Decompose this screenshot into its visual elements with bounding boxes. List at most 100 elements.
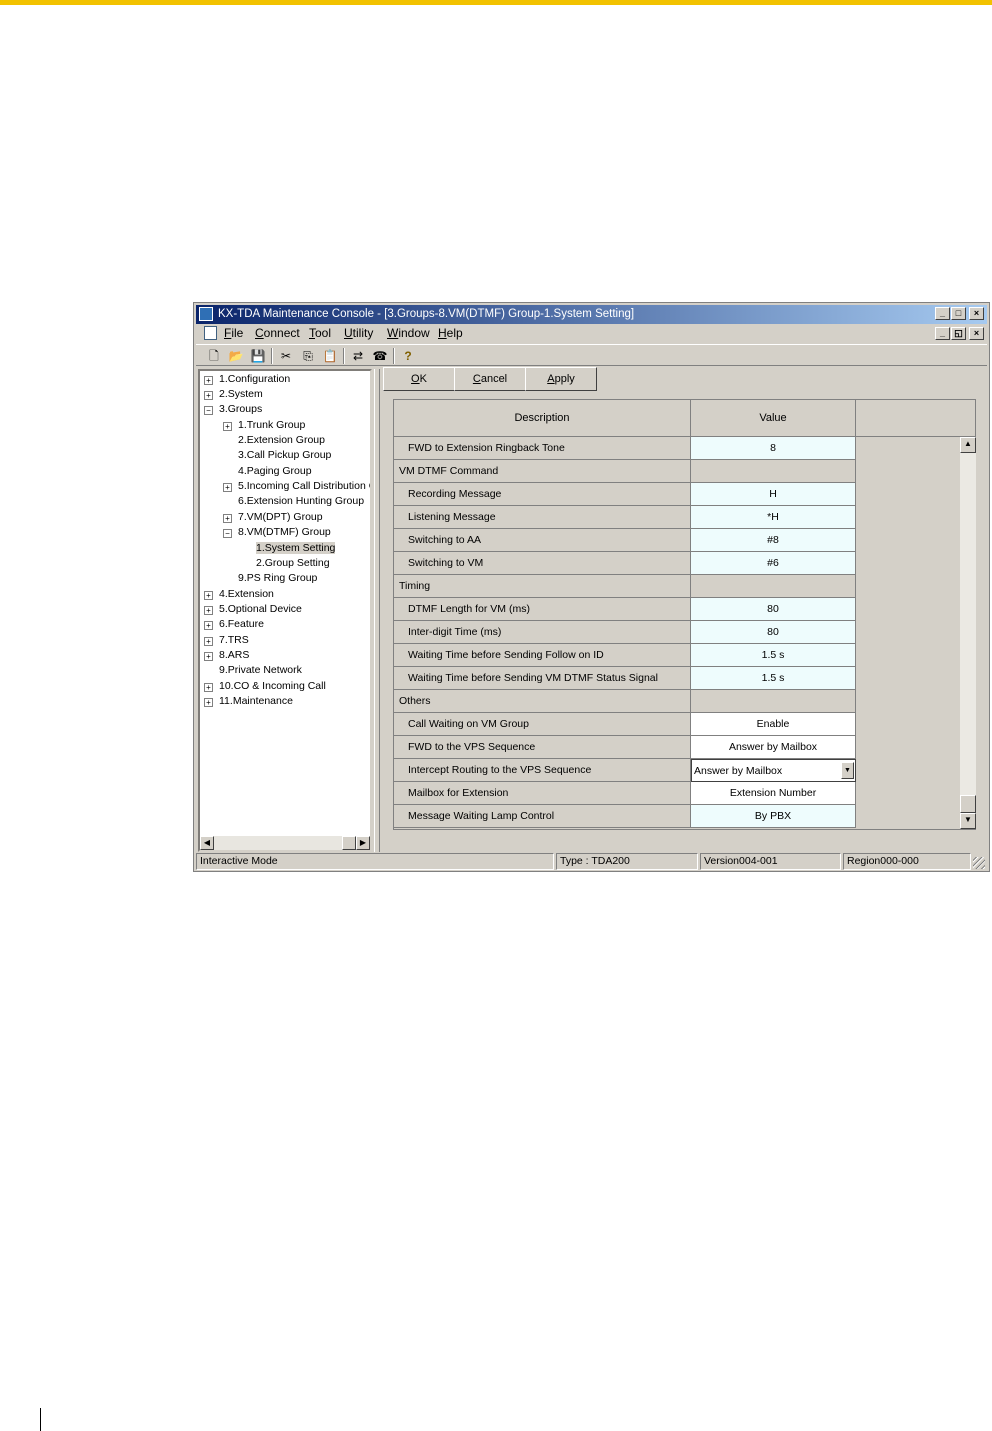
value-cell[interactable]: 80 — [691, 621, 856, 644]
column-header-value[interactable]: Value — [691, 400, 856, 437]
ok-button[interactable]: OK — [383, 367, 455, 391]
table-row[interactable]: FWD to the VPS Sequence Answer by Mailbox — [394, 736, 856, 759]
expand-icon[interactable]: + — [204, 698, 213, 707]
expand-icon[interactable]: + — [204, 376, 213, 385]
table-row[interactable]: Listening Message *H — [394, 506, 856, 529]
tree-item-paging-group[interactable]: 4.Paging Group — [238, 464, 312, 479]
value-cell[interactable]: By PBX — [691, 805, 856, 828]
cut-icon[interactable]: ✂ — [278, 348, 294, 364]
collapse-icon[interactable]: − — [204, 406, 213, 415]
transfer-icon[interactable]: ⇄ — [350, 348, 366, 364]
expand-icon[interactable]: + — [204, 637, 213, 646]
open-folder-icon[interactable]: 📂 — [228, 348, 244, 364]
expand-icon[interactable]: + — [204, 591, 213, 600]
save-icon[interactable]: 💾 — [250, 348, 266, 364]
value-cell[interactable]: #6 — [691, 552, 856, 575]
resize-grip-icon[interactable] — [973, 857, 985, 869]
menu-tool[interactable]: Tool — [309, 326, 331, 340]
menu-help[interactable]: Help — [438, 326, 463, 340]
copy-icon[interactable]: ⎘ — [300, 348, 316, 364]
apply-button[interactable]: Apply — [525, 367, 597, 391]
tree-item-ps-ring-group[interactable]: 9.PS Ring Group — [238, 571, 317, 586]
table-row[interactable]: Message Waiting Lamp Control By PBX — [394, 805, 856, 828]
tree-item-vm-dpt-group[interactable]: +7.VM(DPT) Group — [223, 510, 323, 525]
table-row[interactable]: Intercept Routing to the VPS Sequence Ans… — [394, 759, 856, 782]
table-row[interactable]: DTMF Length for VM (ms) 80 — [394, 598, 856, 621]
tree-item-extension-group[interactable]: 2.Extension Group — [238, 433, 325, 448]
tree-item-feature[interactable]: +6.Feature — [204, 617, 264, 632]
collapse-icon[interactable]: − — [223, 529, 232, 538]
connect-icon[interactable]: ☎ — [372, 348, 388, 364]
tree-item-extension[interactable]: +4.Extension — [204, 587, 274, 602]
scroll-thumb[interactable] — [342, 836, 356, 850]
tree-item-trunk-group[interactable]: +1.Trunk Group — [223, 418, 305, 433]
chevron-down-icon[interactable]: ▼ — [841, 762, 854, 779]
scroll-up-icon[interactable]: ▲ — [960, 437, 976, 453]
cancel-button[interactable]: Cancel — [454, 367, 526, 391]
value-cell[interactable]: Enable — [691, 713, 856, 736]
value-cell[interactable]: 8 — [691, 437, 856, 460]
expand-icon[interactable]: + — [204, 652, 213, 661]
scroll-left-icon[interactable]: ◀ — [200, 836, 214, 850]
help-icon[interactable]: ? — [400, 348, 416, 364]
tree-item-incoming-call-distribution[interactable]: +5.Incoming Call Distribution Gr — [223, 479, 370, 494]
paste-icon[interactable]: 📋 — [322, 348, 338, 364]
tree-item-vm-dtmf-group[interactable]: −8.VM(DTMF) Group — [223, 525, 331, 540]
child-minimize-button[interactable]: _ — [935, 327, 950, 340]
table-row[interactable]: Inter-digit Time (ms) 80 — [394, 621, 856, 644]
tree-item-group-setting[interactable]: 2.Group Setting — [256, 556, 330, 571]
document-icon[interactable] — [204, 326, 217, 340]
menu-window[interactable]: Window — [387, 326, 430, 340]
expand-icon[interactable]: + — [223, 483, 232, 492]
new-file-icon[interactable]: 🗋 — [206, 348, 222, 364]
table-row[interactable]: Mailbox for Extension Extension Number — [394, 782, 856, 805]
scroll-right-icon[interactable]: ▶ — [356, 836, 370, 850]
scroll-down-icon[interactable]: ▼ — [960, 813, 976, 829]
grid-vertical-scrollbar[interactable]: ▲ ▼ — [960, 437, 976, 829]
child-close-button[interactable]: × — [969, 327, 984, 340]
tree-item-trs[interactable]: +7.TRS — [204, 633, 249, 648]
close-button[interactable]: × — [969, 307, 984, 320]
expand-icon[interactable]: + — [204, 391, 213, 400]
tree-item-groups[interactable]: −3.Groups — [204, 402, 262, 417]
tree-item-co-incoming-call[interactable]: +10.CO & Incoming Call — [204, 679, 326, 694]
table-row[interactable]: Call Waiting on VM Group Enable — [394, 713, 856, 736]
table-row[interactable]: Recording Message H — [394, 483, 856, 506]
expand-icon[interactable]: + — [223, 422, 232, 431]
table-row[interactable]: Waiting Time before Sending Follow on ID… — [394, 644, 856, 667]
tree-item-ars[interactable]: +8.ARS — [204, 648, 249, 663]
tree-item-maintenance[interactable]: +11.Maintenance — [204, 694, 293, 709]
menu-file[interactable]: File — [224, 326, 243, 340]
table-row[interactable]: FWD to Extension Ringback Tone 8 — [394, 437, 856, 460]
scroll-thumb[interactable] — [960, 795, 976, 813]
tree-horizontal-scrollbar[interactable]: ◀ ▶ — [200, 836, 370, 850]
maximize-button[interactable]: □ — [951, 307, 966, 320]
minimize-button[interactable]: _ — [935, 307, 950, 320]
tree-item-optional-device[interactable]: +5.Optional Device — [204, 602, 302, 617]
expand-icon[interactable]: + — [204, 683, 213, 692]
menu-connect[interactable]: Connect — [255, 326, 300, 340]
value-cell[interactable]: Extension Number — [691, 782, 856, 805]
tree-item-call-pickup-group[interactable]: 3.Call Pickup Group — [238, 448, 331, 463]
table-row[interactable]: Switching to AA #8 — [394, 529, 856, 552]
tree-item-private-network[interactable]: 9.Private Network — [219, 663, 302, 678]
child-restore-button[interactable]: ◱ — [951, 327, 966, 340]
pane-splitter[interactable] — [374, 369, 380, 852]
table-row[interactable]: Switching to VM #6 — [394, 552, 856, 575]
table-row[interactable]: Waiting Time before Sending VM DTMF Stat… — [394, 667, 856, 690]
expand-icon[interactable]: + — [204, 621, 213, 630]
value-cell[interactable]: 1.5 s — [691, 667, 856, 690]
value-cell[interactable]: #8 — [691, 529, 856, 552]
value-dropdown[interactable]: Answer by Mailbox ▼ — [691, 759, 856, 782]
value-cell[interactable]: H — [691, 483, 856, 506]
value-cell[interactable]: Answer by Mailbox — [691, 736, 856, 759]
column-header-description[interactable]: Description — [394, 400, 691, 437]
tree-item-system[interactable]: +2.System — [204, 387, 263, 402]
expand-icon[interactable]: + — [223, 514, 232, 523]
value-cell[interactable]: 80 — [691, 598, 856, 621]
expand-icon[interactable]: + — [204, 606, 213, 615]
menu-utility[interactable]: Utility — [344, 326, 373, 340]
value-cell[interactable]: *H — [691, 506, 856, 529]
tree-item-configuration[interactable]: +1.Configuration — [204, 372, 290, 387]
value-cell[interactable]: 1.5 s — [691, 644, 856, 667]
